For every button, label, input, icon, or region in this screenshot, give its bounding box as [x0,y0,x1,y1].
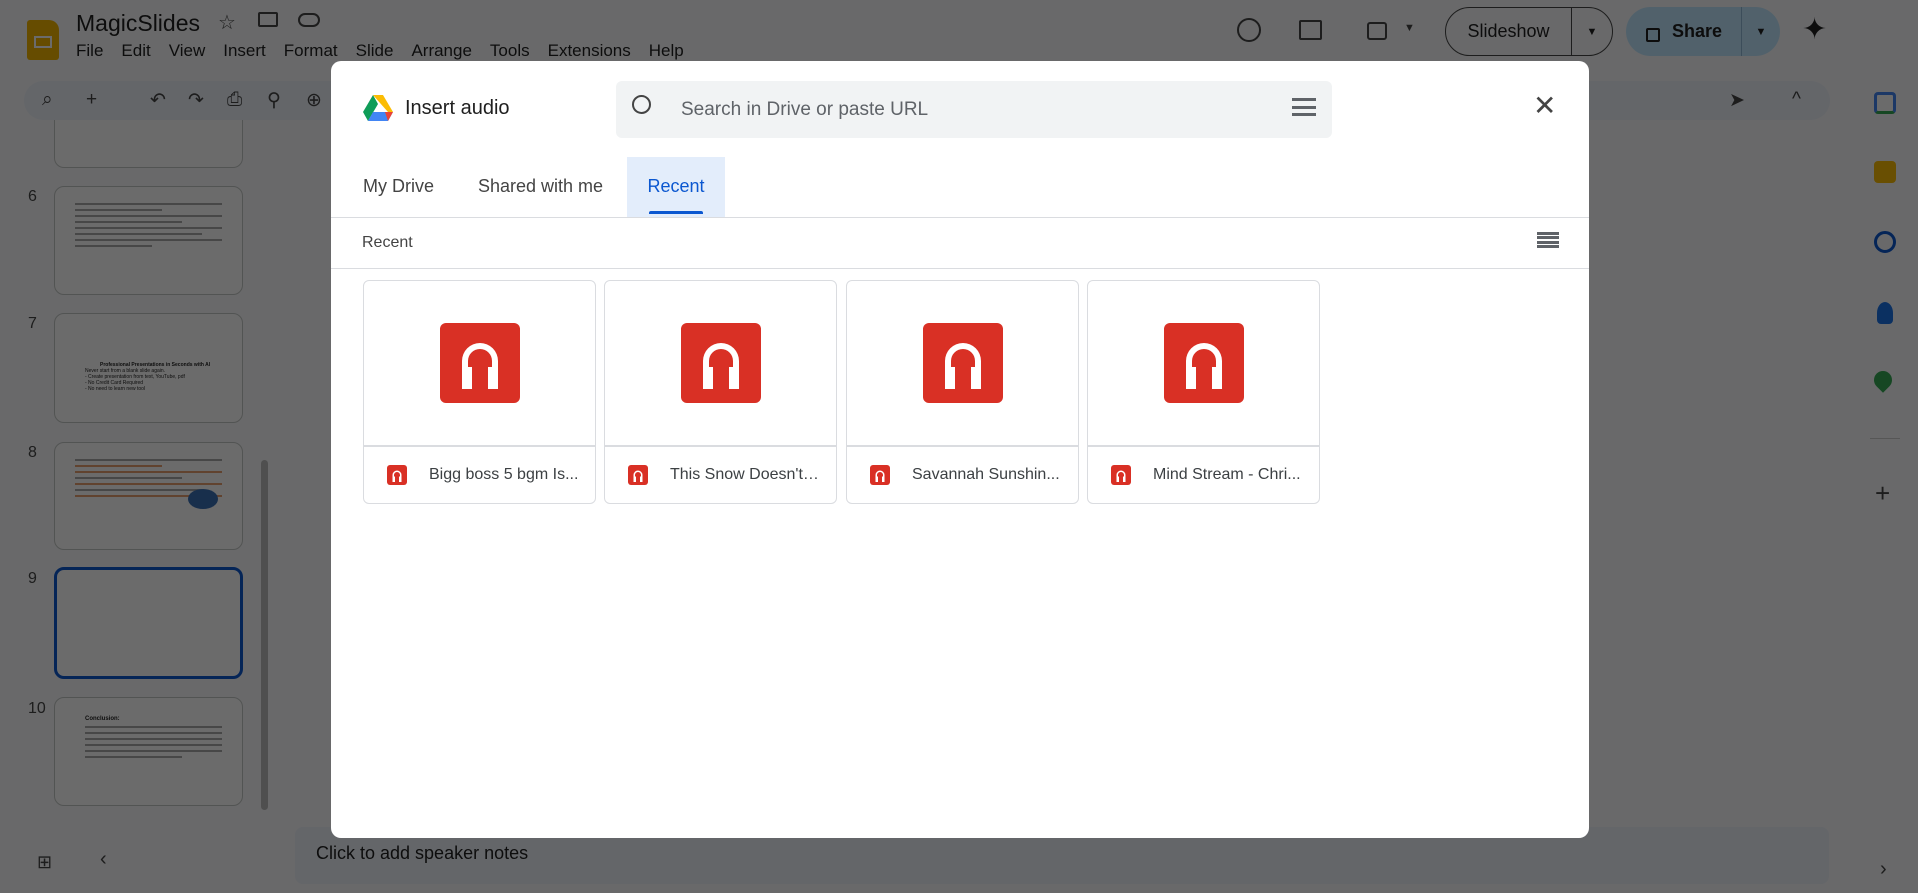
audio-file-icon [1111,465,1131,485]
filmstrip-scrollbar[interactable] [261,460,268,810]
redo-icon[interactable]: ↷ [188,89,204,112]
version-history-icon[interactable] [1237,18,1261,42]
dialog-title: Insert audio [405,97,510,119]
collapse-toolbar-icon[interactable]: ^ [1792,89,1801,111]
slide-text: - No need to learn new tool [85,386,146,392]
menu-arrange[interactable]: Arrange [411,41,471,61]
active-tab-indicator [649,211,703,214]
contacts-icon[interactable] [1877,302,1893,324]
search-placeholder: Search in Drive or paste URL [681,99,929,120]
star-icon[interactable]: ☆ [218,10,236,35]
slide-thumbnail-9-selected[interactable] [54,567,243,679]
slide-thumbnail-6[interactable] [54,186,243,295]
audio-file-icon [870,465,890,485]
tab-shared-with-me[interactable]: Shared with me [476,157,605,216]
meet-dropdown-icon[interactable]: ▼ [1404,22,1415,34]
tasks-icon[interactable] [1874,231,1896,253]
slides-logo[interactable] [27,20,59,60]
share-dropdown-icon[interactable]: ▼ [1742,26,1780,38]
audio-file-icon [387,465,407,485]
file-name: Savannah Sunshin... [912,466,1060,483]
cloud-saved-icon[interactable] [298,13,320,27]
zoom-icon[interactable]: ⊕ [306,89,322,112]
slide-thumbnail-7[interactable]: Professional Presentations in Seconds wi… [54,313,243,423]
collapse-filmstrip-icon[interactable]: ‹ [100,848,107,871]
slide-thumbnail-10[interactable]: Conclusion: [54,697,243,806]
file-name: Mind Stream - Chri... [1153,466,1301,483]
close-icon[interactable]: ✕ [1533,89,1556,122]
audio-file-card[interactable]: Savannah Sunshin... [846,280,1079,504]
menu-bar: File Edit View Insert Format Slide Arran… [76,41,702,61]
file-name: Bigg boss 5 bgm Is... [429,466,579,483]
section-label: Recent [362,234,413,251]
slide-thumbnail-5[interactable] [54,120,243,168]
insert-audio-dialog: Insert audio Search in Drive or paste UR… [331,61,1589,838]
slide-number: 9 [28,570,37,587]
comments-icon[interactable] [1299,20,1322,40]
menu-format[interactable]: Format [284,41,338,61]
divider [331,268,1589,269]
google-drive-logo [363,95,393,121]
drive-search-input[interactable]: Search in Drive or paste URL [616,81,1332,138]
slide-title: Conclusion: [85,716,120,722]
headphones-icon [439,323,520,403]
audio-file-card[interactable]: This Snow Doesn't ... [604,280,837,504]
undo-icon[interactable]: ↶ [150,89,166,112]
headphones-icon [680,323,761,403]
tab-my-drive[interactable]: My Drive [361,157,436,216]
menu-slide[interactable]: Slide [356,41,394,61]
paint-format-icon[interactable]: ⚲ [267,89,281,112]
grid-view-icon[interactable]: ⊞ [37,852,52,873]
print-icon[interactable]: ⎙ [227,89,242,111]
meet-icon[interactable] [1367,22,1387,40]
get-addons-icon[interactable]: + [1875,478,1890,509]
slide-number: 7 [28,315,37,332]
file-name: This Snow Doesn't ... [670,466,820,483]
menu-view[interactable]: View [169,41,206,61]
tab-recent[interactable]: Recent [627,157,725,217]
slide-thumbnail-8[interactable] [54,442,243,550]
menu-extensions[interactable]: Extensions [548,41,631,61]
menu-file[interactable]: File [76,41,103,61]
menu-tools[interactable]: Tools [490,41,530,61]
calendar-icon[interactable] [1874,92,1896,114]
lock-icon [1646,27,1660,42]
new-slide-icon[interactable]: + [86,89,97,111]
menu-edit[interactable]: Edit [121,41,150,61]
expand-side-panel-icon[interactable]: › [1880,858,1887,881]
headphones-icon [1163,323,1244,403]
audio-file-card[interactable]: Mind Stream - Chri... [1087,280,1320,504]
slide-number: 10 [28,700,46,717]
move-folder-icon[interactable] [258,12,278,27]
search-icon [632,95,651,114]
slide-number: 6 [28,188,37,205]
menu-insert[interactable]: Insert [223,41,266,61]
headphones-icon [922,323,1003,403]
select-pointer-icon[interactable]: ➤ [1729,89,1745,112]
slide-number: 8 [28,444,37,461]
search-menus-icon[interactable]: ⌕ [42,89,53,111]
keep-icon[interactable] [1874,161,1896,183]
slideshow-button[interactable]: Slideshow ▼ [1445,7,1613,56]
audio-file-card[interactable]: Bigg boss 5 bgm Is... [363,280,596,504]
menu-help[interactable]: Help [649,41,684,61]
tab-recent-label: Recent [647,176,705,196]
side-panel-divider [1870,438,1900,439]
slideshow-dropdown-icon[interactable]: ▼ [1572,26,1612,38]
slideshow-label: Slideshow [1446,7,1572,56]
share-label: Share [1672,7,1742,56]
divider [331,217,1589,218]
gemini-sparkle-icon[interactable]: ✦ [1802,12,1827,47]
list-view-icon[interactable] [1537,232,1559,248]
document-title[interactable]: MagicSlides [76,10,200,37]
share-button[interactable]: Share ▼ [1626,7,1780,56]
search-options-icon[interactable] [1292,95,1316,119]
speaker-notes-placeholder: Click to add speaker notes [316,843,529,863]
audio-file-icon [628,465,648,485]
